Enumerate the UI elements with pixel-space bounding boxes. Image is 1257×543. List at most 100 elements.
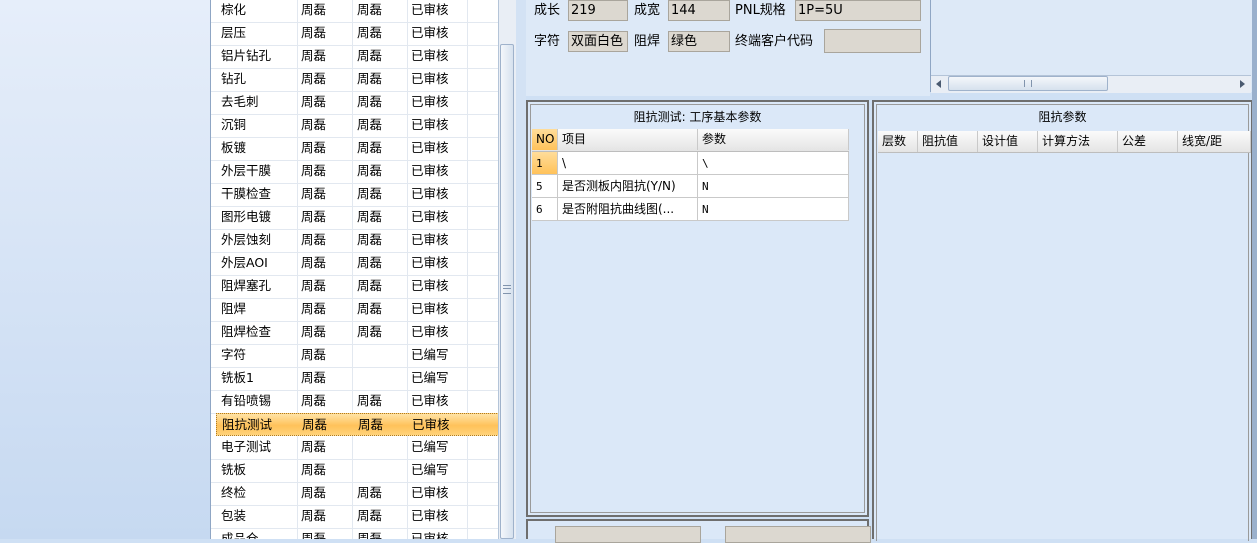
splitter[interactable] (516, 0, 526, 539)
param-no[interactable]: 1 (532, 152, 558, 175)
list-item-checker: 周磊 (357, 48, 383, 63)
width-field[interactable]: 144 (668, 0, 730, 21)
list-item-name: 干膜检查 (221, 186, 272, 201)
list-item-name: 外层AOI (221, 255, 268, 270)
list-item-status: 已审核 (411, 25, 449, 40)
list-item-maker: 周磊 (301, 508, 327, 523)
list-item[interactable]: 去毛刺 周磊 周磊 已审核 (211, 91, 498, 115)
col-value[interactable]: 参数 (698, 129, 849, 150)
list-item-checker: 周磊 (357, 117, 383, 132)
list-item[interactable]: 外层AOI 周磊 周磊 已审核 (211, 252, 498, 276)
list-item-status: 已审核 (411, 324, 449, 339)
order-info-form: 成长 219 成宽 144 PNL规格 1P=5U 字符 双面白色 阻焊 绿色 … (526, 0, 930, 96)
list-item-status: 已审核 (411, 117, 449, 132)
param-item[interactable]: 是否附阻抗曲线图(... (558, 198, 698, 221)
impedance-col[interactable]: 阻抗值 (918, 131, 978, 152)
list-item[interactable]: 字符 周磊 已编写 (211, 344, 498, 368)
impedance-col[interactable]: 公差 (1118, 131, 1178, 152)
param-value[interactable]: \ (698, 152, 849, 175)
list-item-maker: 周磊 (302, 417, 328, 432)
scroll-left-icon[interactable] (936, 80, 941, 88)
list-item-status: 已编写 (411, 439, 449, 454)
param-value[interactable]: N (698, 175, 849, 198)
list-item[interactable]: 铣板1 周磊 已编写 (211, 367, 498, 391)
list-item[interactable]: 包装 周磊 周磊 已审核 (211, 505, 498, 529)
list-item[interactable]: 外层蚀刻 周磊 周磊 已审核 (211, 229, 498, 253)
param-no[interactable]: 5 (532, 175, 558, 198)
process-list[interactable]: 棕化 周磊 周磊 已审核 层压 周磊 周磊 已审核 铝片钻孔 周磊 周磊 已审核 钻孔 周磊 周磊 已审核 去毛… (210, 0, 499, 539)
list-item[interactable]: 外层干膜 周磊 周磊 已审核 (211, 160, 498, 184)
bottom-field-2[interactable] (725, 526, 871, 543)
impedance-col[interactable]: 计算方法 (1038, 131, 1118, 152)
list-item[interactable]: 板镀 周磊 周磊 已审核 (211, 137, 498, 161)
list-item-maker: 周磊 (301, 278, 327, 293)
impedance-params-title: 阻抗参数 (1038, 110, 1087, 124)
impedance-col[interactable]: 层数 (878, 131, 918, 152)
char-field[interactable]: 双面白色 (568, 31, 628, 52)
list-item-name: 阻抗测试 (222, 417, 273, 432)
list-item-status: 已审核 (411, 278, 449, 293)
pnl-field[interactable]: 1P=5U (795, 0, 921, 21)
list-item-maker: 周磊 (301, 48, 327, 63)
list-item[interactable]: 铣板 周磊 已编写 (211, 459, 498, 483)
scrollbar-grip-line (503, 288, 511, 289)
list-item-status: 已审核 (411, 48, 449, 63)
impedance-params-header: 层数 阻抗值 设计值 计算方法 公差 线宽/距 (878, 131, 1251, 153)
pnl-label: PNL规格 (735, 3, 786, 18)
list-item[interactable]: 钻孔 周磊 周磊 已审核 (211, 68, 498, 92)
list-item-maker: 周磊 (301, 370, 327, 385)
param-item[interactable]: \ (558, 152, 698, 175)
list-item[interactable]: 有铅喷锡 周磊 周磊 已审核 (211, 390, 498, 414)
impedance-col[interactable]: 设计值 (978, 131, 1038, 152)
scroll-right-icon[interactable] (1240, 80, 1245, 88)
list-item-maker: 周磊 (301, 163, 327, 178)
list-item-maker: 周磊 (301, 462, 327, 477)
col-no[interactable]: NO (532, 129, 558, 150)
list-item-status: 已审核 (411, 485, 449, 500)
mask-field[interactable]: 绿色 (668, 31, 730, 52)
list-item-maker: 周磊 (301, 393, 327, 408)
list-item[interactable]: 阻焊塞孔 周磊 周磊 已审核 (211, 275, 498, 299)
list-item-name: 电子测试 (221, 439, 272, 454)
list-item[interactable]: 图形电镀 周磊 周磊 已审核 (211, 206, 498, 230)
horizontal-scrollbar-thumb[interactable] (948, 76, 1108, 91)
customer-label: 终端客户代码 (735, 34, 814, 49)
list-item-status: 已审核 (411, 71, 449, 86)
list-item[interactable]: 阻焊检查 周磊 周磊 已审核 (211, 321, 498, 345)
list-item[interactable]: 电子测试 周磊 已编写 (211, 436, 498, 460)
list-item[interactable]: 铝片钻孔 周磊 周磊 已审核 (211, 45, 498, 69)
width-label: 成宽 (634, 3, 661, 18)
list-item[interactable]: 终检 周磊 周磊 已审核 (211, 482, 498, 506)
list-item-maker: 周磊 (301, 186, 327, 201)
list-item-maker: 周磊 (301, 117, 327, 132)
list-item-checker: 周磊 (357, 2, 383, 17)
list-item-name: 包装 (221, 508, 247, 523)
list-item-status: 已审核 (411, 393, 449, 408)
list-item-checker: 周磊 (357, 301, 383, 316)
list-item[interactable]: 成品仓 周磊 周磊 已审核 (211, 528, 498, 539)
list-item-status: 已审核 (411, 94, 449, 109)
customer-field[interactable] (824, 29, 921, 53)
list-item[interactable]: 棕化 周磊 周磊 已审核 (211, 0, 498, 23)
list-item[interactable]: 阻焊 周磊 周磊 已审核 (211, 298, 498, 322)
list-item-maker: 周磊 (301, 439, 327, 454)
param-item[interactable]: 是否测板内阻抗(Y/N) (558, 175, 698, 198)
list-item[interactable]: 阻抗测试 周磊 周磊 已审核 (216, 413, 499, 436)
list-item-checker: 周磊 (357, 71, 383, 86)
param-no[interactable]: 6 (532, 198, 558, 221)
process-params-header: NO 项目 参数 (532, 129, 849, 152)
window-edge (1252, 0, 1257, 539)
length-field[interactable]: 219 (568, 0, 628, 21)
list-item-checker: 周磊 (357, 278, 383, 293)
col-item[interactable]: 项目 (558, 129, 698, 150)
list-item[interactable]: 沉铜 周磊 周磊 已审核 (211, 114, 498, 138)
list-item-status: 已审核 (411, 163, 449, 178)
list-item-name: 外层干膜 (221, 163, 272, 178)
bottom-field-1[interactable] (555, 526, 701, 543)
param-value[interactable]: N (698, 198, 849, 221)
list-item[interactable]: 干膜检查 周磊 周磊 已审核 (211, 183, 498, 207)
list-item-maker: 周磊 (301, 71, 327, 86)
list-item[interactable]: 层压 周磊 周磊 已审核 (211, 22, 498, 46)
impedance-col[interactable]: 线宽/距 (1178, 131, 1251, 152)
list-item-status: 已审核 (411, 508, 449, 523)
